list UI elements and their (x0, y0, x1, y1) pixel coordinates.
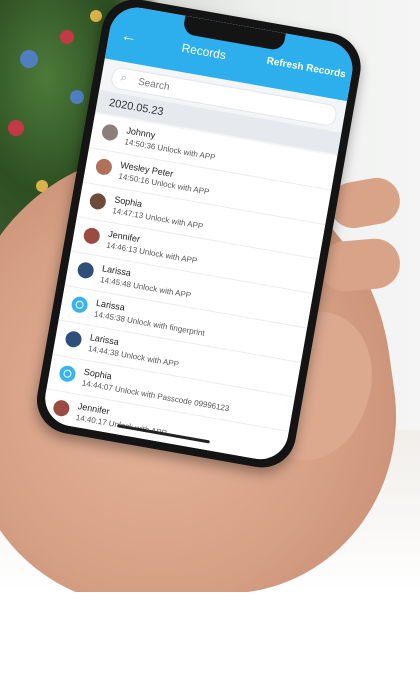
back-arrow-icon[interactable]: ← (119, 27, 139, 48)
passcode-icon (58, 364, 77, 383)
avatar (100, 123, 120, 142)
ornament (20, 50, 38, 68)
ornament (70, 90, 84, 104)
finger (317, 236, 403, 294)
avatar (94, 157, 114, 177)
fingerprint-icon (70, 295, 89, 315)
background-photo: ← Records Refresh Records ⌕ 2020.05.23 J… (0, 0, 420, 592)
avatar (82, 226, 102, 246)
date-label: 2020.05.23 (108, 96, 165, 119)
ornament (90, 10, 102, 22)
refresh-records-button[interactable]: Refresh Records (266, 56, 347, 81)
records-list: Johnny 14:50:36 Unlock with APP Wesley Pet… (40, 113, 338, 464)
avatar (76, 261, 95, 280)
avatar (52, 398, 71, 418)
search-icon: ⌕ (119, 71, 128, 85)
avatar (88, 192, 108, 211)
page-title: Records (180, 40, 228, 63)
avatar (64, 329, 83, 349)
ornament (60, 30, 74, 44)
ornament (8, 120, 24, 136)
